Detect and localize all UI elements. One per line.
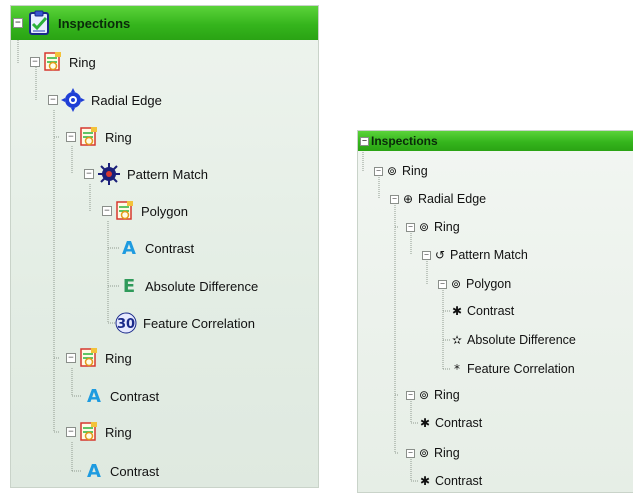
tree-node-ring[interactable]: − Ring — [30, 49, 96, 75]
ring-tool-icon — [79, 421, 99, 443]
tree-node-label: Ring — [434, 446, 460, 460]
collapse-toggle[interactable]: − — [66, 132, 76, 142]
tree-node-label: Polygon — [141, 203, 188, 219]
collapse-toggle[interactable]: − — [406, 390, 415, 400]
inspections-root[interactable]: − Inspections — [11, 6, 318, 40]
tree-node-label: Ring — [105, 350, 132, 366]
collapse-toggle[interactable]: − — [374, 166, 383, 176]
polygon-glyph-icon: ⊚ — [450, 277, 462, 291]
ring-tool-icon — [79, 126, 99, 148]
tree-panel-glyphs: − Inspections − ⊚ Ring − ⊕ Radial Edge −… — [357, 130, 633, 493]
tree-node-feature-correlation[interactable]: * Feature Correlation — [450, 360, 575, 378]
contrast-letter-icon: A — [122, 237, 136, 259]
tree-node-label: Ring — [434, 220, 460, 234]
collapse-toggle[interactable]: − — [390, 194, 399, 204]
tree-node-pattern-match[interactable]: − Pattern Match — [84, 161, 208, 187]
tree-node-label: Contrast — [110, 463, 160, 479]
tree-node-contrast[interactable]: ✱ Contrast — [418, 414, 482, 432]
tree-node-ring[interactable]: − ⊚ Ring — [374, 162, 428, 180]
tree-node-radial-edge[interactable]: − ⊕ Radial Edge — [390, 190, 486, 208]
tree-node-ring[interactable]: − Ring — [66, 124, 132, 150]
tree-panel-icons: − Inspections − Ring − Radial Edge − Rin… — [10, 5, 319, 488]
tree-node-contrast[interactable]: ✱ Contrast — [418, 472, 482, 490]
tree-node-ring[interactable]: − ⊚ Ring — [406, 444, 460, 462]
tree-node-polygon[interactable]: − Polygon — [102, 198, 188, 224]
contrast-glyph-icon: ✱ — [451, 304, 463, 318]
contrast-letter-icon: A — [87, 460, 101, 482]
contrast-glyph-icon: ✱ — [419, 416, 431, 430]
tree-node-label: Ring — [105, 424, 132, 440]
ring-tool-icon — [43, 51, 63, 73]
tree-node-absolute-difference[interactable]: E Absolute Difference — [119, 273, 258, 299]
tree-node-label: Ring — [69, 54, 96, 70]
tree-node-ring[interactable]: − Ring — [66, 345, 132, 371]
collapse-toggle[interactable]: − — [13, 18, 23, 28]
feature-correlation-icon: 30 — [115, 312, 137, 334]
inspections-root[interactable]: − Inspections — [358, 131, 633, 151]
collapse-toggle[interactable]: − — [102, 206, 112, 216]
pattern-match-glyph-icon: ↺ — [434, 248, 446, 262]
polygon-tool-icon — [115, 200, 135, 222]
tree-node-label: Polygon — [466, 277, 512, 291]
ring-glyph-icon: ⊚ — [386, 164, 398, 178]
radial-edge-icon — [61, 88, 85, 112]
feature-correlation-glyph-icon: * — [454, 362, 460, 376]
collapse-toggle[interactable]: − — [48, 95, 58, 105]
ring-glyph-icon: ⊚ — [418, 388, 430, 402]
clipboard-check-icon — [26, 10, 52, 36]
tree-node-contrast[interactable]: A Contrast — [84, 383, 159, 409]
tree-node-polygon[interactable]: − ⊚ Polygon — [438, 275, 511, 293]
tree-node-contrast[interactable]: A Contrast — [84, 458, 159, 484]
tree-node-pattern-match[interactable]: − ↺ Pattern Match — [422, 246, 528, 264]
collapse-toggle[interactable]: − — [406, 448, 415, 458]
tree-node-label: Pattern Match — [450, 248, 528, 262]
contrast-letter-icon: A — [87, 385, 101, 407]
ring-glyph-icon: ⊚ — [418, 220, 430, 234]
tree-node-label: Pattern Match — [127, 166, 208, 182]
absolute-difference-glyph-icon: ✫ — [451, 333, 463, 347]
tree-node-label: Feature Correlation — [467, 362, 575, 376]
tree-node-label: Feature Correlation — [143, 315, 255, 331]
tree-node-label: Radial Edge — [91, 92, 162, 108]
tree-node-ring[interactable]: − ⊚ Ring — [406, 218, 460, 236]
ring-tool-icon — [79, 347, 99, 369]
tree-node-label: Ring — [434, 388, 460, 402]
tree-node-absolute-difference[interactable]: ✫ Absolute Difference — [450, 331, 576, 349]
inspections-label: Inspections — [58, 15, 131, 31]
collapse-toggle[interactable]: − — [66, 427, 76, 437]
tree-node-radial-edge[interactable]: − Radial Edge — [48, 87, 162, 113]
tree-node-label: Contrast — [467, 304, 515, 318]
tree-node-ring[interactable]: − ⊚ Ring — [406, 386, 460, 404]
tree-node-contrast[interactable]: ✱ Contrast — [450, 302, 514, 320]
tree-node-feature-correlation[interactable]: 30 Feature Correlation — [115, 310, 255, 336]
tree-node-label: Radial Edge — [418, 192, 487, 206]
tree-node-label: Contrast — [435, 416, 483, 430]
collapse-toggle[interactable]: − — [66, 353, 76, 363]
collapse-toggle[interactable]: − — [406, 222, 415, 232]
tree-node-label: Absolute Difference — [145, 278, 259, 294]
tree-node-label: Contrast — [110, 388, 160, 404]
svg-text:30: 30 — [117, 317, 135, 332]
tree-node-label: Ring — [402, 164, 428, 178]
pattern-match-icon — [97, 162, 121, 186]
tree-node-label: Contrast — [435, 474, 483, 488]
collapse-toggle[interactable]: − — [438, 279, 447, 289]
tree-node-label: Ring — [105, 129, 132, 145]
collapse-toggle[interactable]: − — [30, 57, 40, 67]
tree-node-label: Contrast — [145, 240, 195, 256]
absolute-difference-letter-icon: E — [122, 275, 136, 297]
tree-node-label: Absolute Difference — [467, 333, 576, 347]
collapse-toggle[interactable]: − — [422, 250, 431, 260]
contrast-glyph-icon: ✱ — [419, 474, 431, 488]
collapse-toggle[interactable]: − — [84, 169, 94, 179]
tree-node-contrast[interactable]: A Contrast — [119, 235, 194, 261]
tree-node-ring[interactable]: − Ring — [66, 419, 132, 445]
ring-glyph-icon: ⊚ — [418, 446, 430, 460]
collapse-toggle[interactable]: − — [360, 136, 369, 146]
radial-edge-glyph-icon: ⊕ — [402, 192, 414, 206]
inspections-label: Inspections — [371, 134, 438, 148]
